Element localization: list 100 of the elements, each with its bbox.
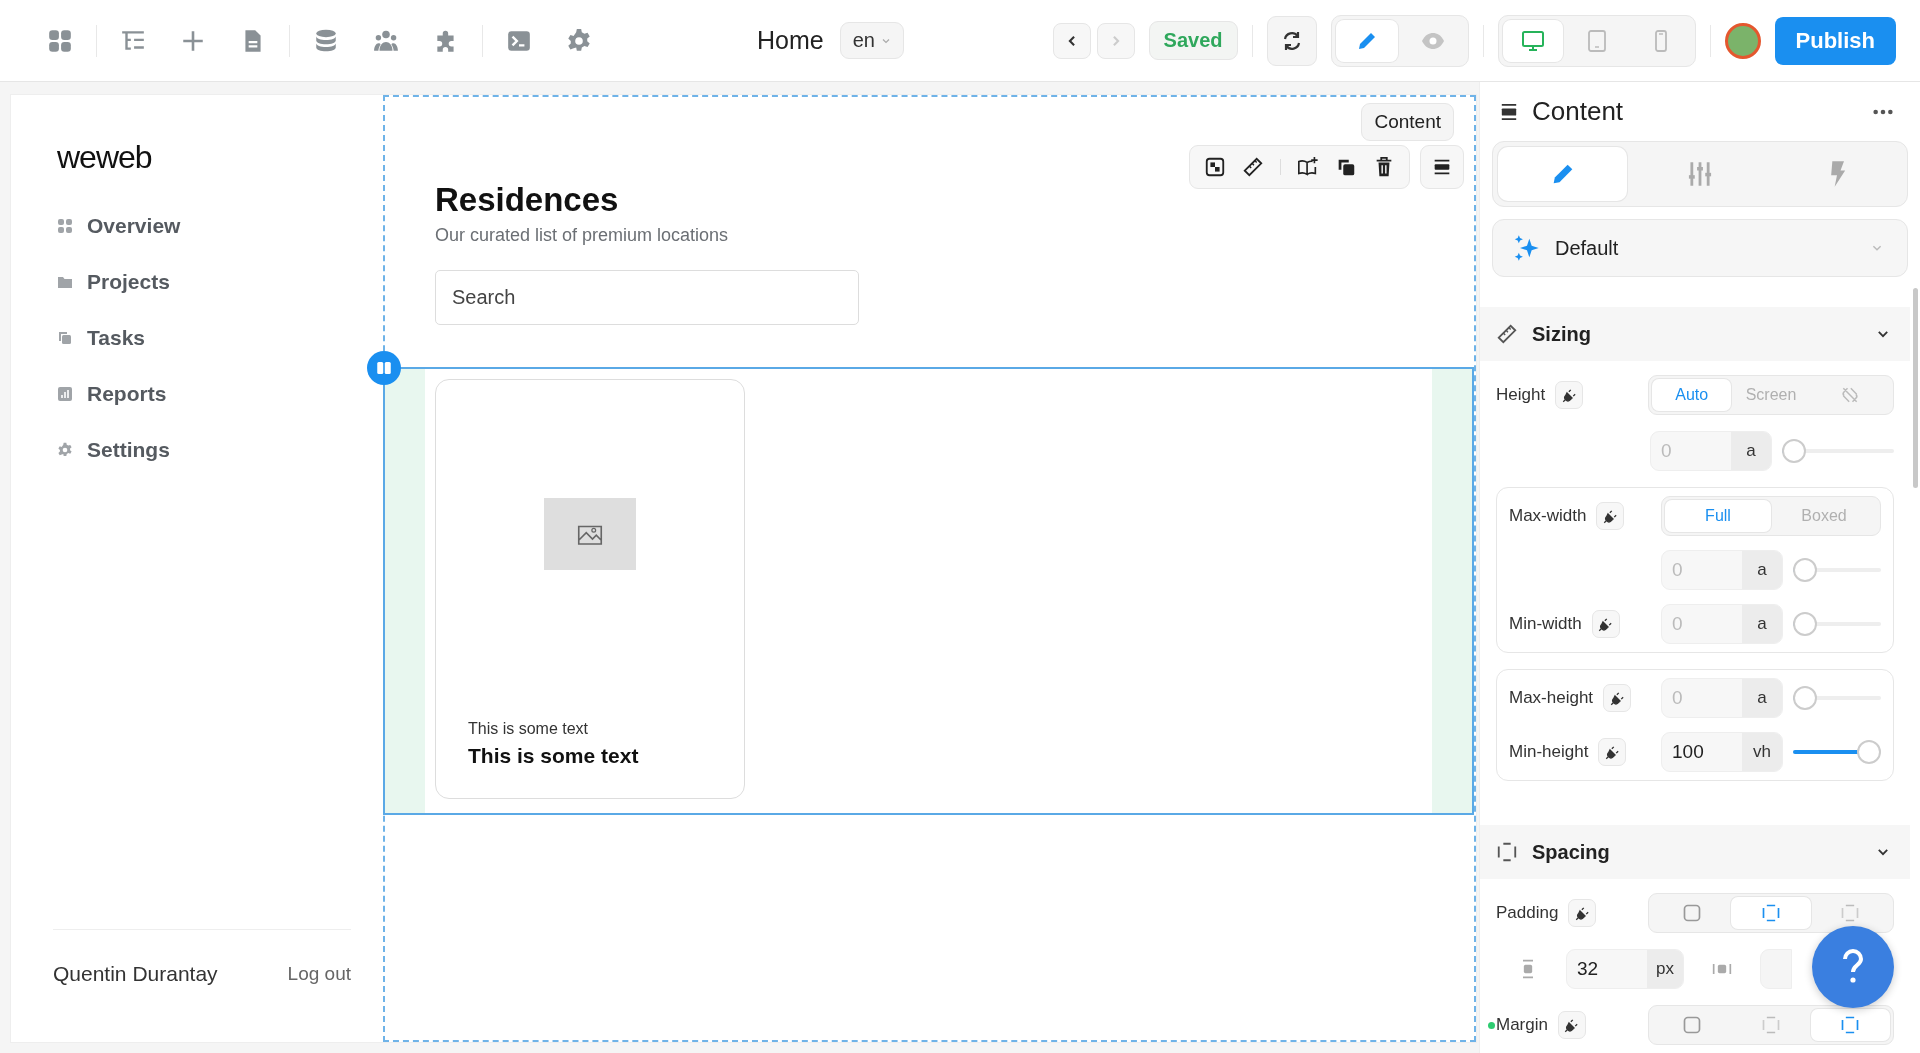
preset-dropdown[interactable]: Default xyxy=(1492,219,1908,277)
plug-icon xyxy=(1574,905,1590,921)
unit-selector[interactable]: a xyxy=(1742,551,1782,589)
unit-selector[interactable]: px xyxy=(1647,950,1683,988)
question-icon xyxy=(1841,949,1865,985)
card-caption: This is some text xyxy=(468,720,589,738)
property-label: Max-height xyxy=(1509,688,1594,708)
grid-icon[interactable] xyxy=(1204,156,1226,178)
page-heading: Residences xyxy=(435,181,620,219)
spacing-icon xyxy=(1496,841,1518,863)
database-icon[interactable] xyxy=(313,27,339,54)
sliders-icon xyxy=(1686,160,1714,188)
plug-icon xyxy=(1609,690,1625,706)
plug-icon xyxy=(1602,508,1618,524)
property-label: Padding xyxy=(1496,903,1559,923)
unlink-icon xyxy=(1840,385,1861,405)
sidebar-item[interactable]: Tasks xyxy=(57,326,145,350)
section-icon xyxy=(1500,102,1518,121)
plug-icon xyxy=(1598,616,1614,632)
horizontal-sides-icon xyxy=(1761,1015,1781,1035)
slider-track[interactable] xyxy=(1793,740,1881,764)
property-label: Min-height xyxy=(1509,742,1589,762)
page-title: Home xyxy=(757,26,824,55)
avatar[interactable] xyxy=(1724,22,1761,59)
bind-button[interactable] xyxy=(1591,610,1620,638)
number-field[interactable]: 0 a xyxy=(1650,431,1772,471)
search-field[interactable]: Search xyxy=(435,270,859,325)
property-label: Margin xyxy=(1496,1015,1548,1035)
scrollbar[interactable] xyxy=(1913,288,1918,488)
book-plus-icon[interactable] xyxy=(1297,156,1319,178)
logout-link[interactable]: Log out xyxy=(287,963,351,985)
number-field[interactable]: 0 a xyxy=(1661,550,1783,590)
section-header[interactable]: Spacing xyxy=(1480,825,1910,879)
number-field[interactable]: 100 vh xyxy=(1661,732,1783,772)
ruler-icon xyxy=(1496,323,1518,345)
bind-button[interactable] xyxy=(1598,738,1627,766)
property-label: Height xyxy=(1496,385,1546,405)
section-header[interactable]: Sizing xyxy=(1480,307,1910,361)
slider-track[interactable] xyxy=(1793,686,1881,710)
plug-icon xyxy=(1561,387,1577,403)
slider-thumb[interactable] xyxy=(1857,740,1881,764)
copy-icon xyxy=(57,330,73,346)
slider-track[interactable] xyxy=(1782,439,1894,463)
user-name: Quentin Durantay xyxy=(53,962,218,986)
section-title: Spacing xyxy=(1532,840,1610,864)
card-title: This is some text xyxy=(468,744,639,768)
sidebar-item[interactable]: Overview xyxy=(57,214,181,238)
language-dropdown[interactable]: en xyxy=(839,22,904,59)
section-title: Sizing xyxy=(1532,322,1591,346)
unit-selector[interactable]: vh xyxy=(1742,733,1782,771)
logo: weweb xyxy=(56,139,153,176)
bind-button[interactable] xyxy=(1596,502,1625,530)
settings-icon[interactable] xyxy=(566,27,592,54)
more-icon[interactable] xyxy=(1872,107,1894,116)
gear-icon xyxy=(57,442,73,458)
bind-button[interactable] xyxy=(1568,899,1597,927)
slider-thumb[interactable] xyxy=(1793,558,1817,582)
square-icon xyxy=(1681,1015,1702,1035)
ruler-icon[interactable] xyxy=(1242,156,1264,178)
edit-mode-button[interactable] xyxy=(1335,19,1398,62)
horizontal-sides-icon xyxy=(1840,903,1861,923)
sidebar-item[interactable]: Projects xyxy=(57,270,170,294)
vertical-sides-icon xyxy=(1840,1015,1861,1035)
desktop-icon xyxy=(1520,28,1545,53)
folder-icon xyxy=(57,274,73,290)
save-status: Saved xyxy=(1148,21,1238,60)
bind-button[interactable] xyxy=(1603,684,1632,712)
square-icon xyxy=(1681,903,1702,923)
plug-icon xyxy=(1604,744,1620,760)
unit-selector[interactable]: a xyxy=(1731,432,1771,470)
grid-icon xyxy=(57,218,73,234)
property-label: Max-width xyxy=(1509,506,1587,526)
bind-button[interactable] xyxy=(1557,1011,1586,1039)
slider-thumb[interactable] xyxy=(1793,612,1817,636)
chart-icon xyxy=(57,386,73,402)
page-subheading: Our curated list of premium locations xyxy=(435,225,730,246)
sidebar-item[interactable]: Settings xyxy=(57,438,170,462)
apps-icon[interactable] xyxy=(47,27,73,54)
refresh-button[interactable] xyxy=(1266,15,1317,66)
bind-button[interactable] xyxy=(1555,381,1584,409)
slider-thumb[interactable] xyxy=(1793,686,1817,710)
layout-button[interactable] xyxy=(1420,145,1464,189)
number-field[interactable]: 0 a xyxy=(1661,678,1783,718)
desktop-view-button[interactable] xyxy=(1502,19,1563,62)
slider-track[interactable] xyxy=(1793,612,1881,636)
number-field[interactable]: 32 px xyxy=(1566,949,1684,989)
selected-section[interactable]: This is some text This is some text xyxy=(383,367,1474,815)
drag-handle[interactable] xyxy=(367,351,401,385)
columns-icon xyxy=(375,359,393,377)
slider-thumb[interactable] xyxy=(1782,439,1806,463)
help-button[interactable] xyxy=(1812,926,1894,1008)
number-field[interactable]: 0 a xyxy=(1661,604,1783,644)
property-label: Min-width xyxy=(1509,614,1582,634)
vertical-sides-icon xyxy=(1761,903,1781,923)
unit-selector[interactable]: a xyxy=(1742,679,1782,717)
panel-title: Content xyxy=(1532,96,1624,127)
unit-selector[interactable]: a xyxy=(1742,605,1782,643)
selection-label: Content xyxy=(1361,103,1454,141)
sidebar-item[interactable]: Reports xyxy=(57,382,167,406)
slider-track[interactable] xyxy=(1793,558,1881,582)
